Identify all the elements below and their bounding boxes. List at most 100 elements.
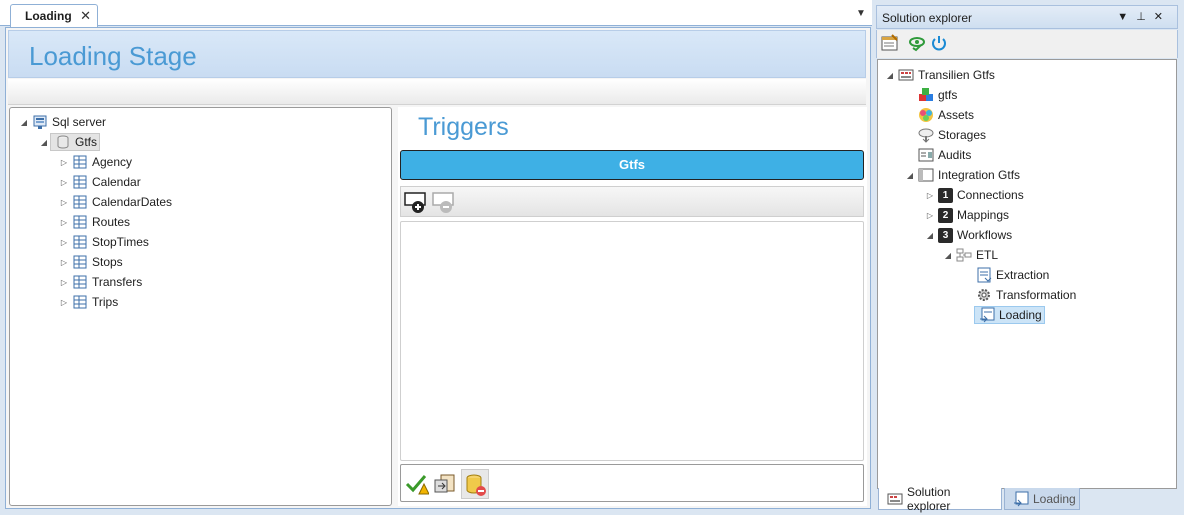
tree-node-etl[interactable]: ◢ ETL xyxy=(942,245,998,265)
tab-loading-label: Loading xyxy=(25,9,72,23)
tree-node-table[interactable]: ▷ Transfers xyxy=(58,272,142,292)
tree-node-loading[interactable]: Loading xyxy=(962,305,1045,325)
collapse-icon[interactable]: ◢ xyxy=(884,71,896,80)
tab-loading-bottom[interactable]: Loading xyxy=(1004,488,1080,510)
tree-label: Transilien Gtfs xyxy=(918,68,995,82)
expand-icon[interactable]: ▷ xyxy=(924,191,936,200)
expand-icon[interactable]: ▷ xyxy=(58,298,70,307)
tree-node-sql-server[interactable]: ◢ Sql server xyxy=(18,112,106,132)
trigger-target-button[interactable]: Gtfs xyxy=(400,150,864,180)
tree-node-gtfs[interactable]: gtfs xyxy=(904,85,957,105)
tree-label: Extraction xyxy=(996,268,1050,282)
tree-node-table[interactable]: ▷ Stops xyxy=(58,252,123,272)
triggers-title: Triggers xyxy=(418,113,509,141)
tree-label: Routes xyxy=(92,215,131,229)
bottom-tabstrip: Solution explorer Loading xyxy=(876,485,1178,513)
expand-icon[interactable]: ▷ xyxy=(58,158,70,167)
triggers-toolbar xyxy=(400,186,864,217)
delete-database-icon[interactable] xyxy=(461,469,489,499)
expand-icon[interactable]: ▷ xyxy=(58,178,70,187)
expand-icon[interactable]: ▷ xyxy=(58,278,70,287)
tree-label: Trips xyxy=(92,295,119,309)
expand-icon[interactable]: ▷ xyxy=(58,258,70,267)
stage-actions-toolbar xyxy=(400,464,864,502)
power-icon[interactable] xyxy=(930,34,948,52)
chevron-down-icon[interactable]: ▼ xyxy=(1117,11,1136,23)
table-icon xyxy=(72,194,88,210)
pin-icon[interactable]: ⊥ xyxy=(1136,11,1154,23)
table-icon xyxy=(72,294,88,310)
tree-label: StopTimes xyxy=(92,235,149,249)
collapse-icon[interactable]: ◢ xyxy=(924,231,936,240)
validate-warning-icon[interactable] xyxy=(405,472,430,496)
remove-trigger-icon[interactable] xyxy=(432,190,456,214)
expand-icon[interactable]: ▷ xyxy=(924,211,936,220)
table-icon xyxy=(72,274,88,290)
table-icon xyxy=(72,174,88,190)
tree-node-workflows[interactable]: ◢ 3 Workflows xyxy=(924,225,1012,245)
tree-node-integration[interactable]: ◢ Integration Gtfs xyxy=(904,165,1020,185)
tab-loading[interactable]: Loading ✕ xyxy=(10,4,98,27)
tree-node-solution[interactable]: ◢ Transilien Gtfs xyxy=(884,65,995,85)
tree-node-extraction[interactable]: Extraction xyxy=(962,265,1049,285)
collapse-icon[interactable]: ◢ xyxy=(38,138,50,147)
workflow-icon xyxy=(956,247,972,263)
tree-node-assets[interactable]: Assets xyxy=(904,105,974,125)
solution-tree[interactable]: ◢ Transilien Gtfs gtfs Assets Storages A… xyxy=(877,59,1177,489)
tree-label: gtfs xyxy=(938,88,958,102)
tab-solution-explorer[interactable]: Solution explorer xyxy=(878,485,1002,513)
tree-node-table[interactable]: ▷ Trips xyxy=(58,292,118,312)
tree-label: Agency xyxy=(92,155,133,169)
properties-icon[interactable] xyxy=(880,33,900,53)
expand-icon[interactable]: ▷ xyxy=(58,218,70,227)
expand-icon[interactable]: ▷ xyxy=(58,238,70,247)
tree-label: Connections xyxy=(957,188,1024,202)
tree-label: Transformation xyxy=(996,288,1077,302)
tree-node-database[interactable]: ◢ Gtfs xyxy=(38,132,101,152)
tree-node-table[interactable]: ▷ StopTimes xyxy=(58,232,149,252)
tree-node-connections[interactable]: ▷ 1 Connections xyxy=(924,185,1024,205)
solution-explorer-panel: Solution explorer ▼⊥✕ ◢ Transilien Gtfs … xyxy=(876,5,1178,513)
solution-icon xyxy=(898,67,914,83)
tree-label: Stops xyxy=(92,255,123,269)
table-icon xyxy=(72,234,88,250)
tree-label: Sql server xyxy=(52,115,107,129)
tree-node-storages[interactable]: Storages xyxy=(904,125,986,145)
sql-server-icon xyxy=(32,114,48,130)
panel-title: Solution explorer xyxy=(882,11,973,25)
expand-icon[interactable]: ▷ xyxy=(58,198,70,207)
tree-node-table[interactable]: ▷ Calendar xyxy=(58,172,141,192)
loading-stage-panel: Loading Stage ◢ Sql server ◢ Gtfs ▷ Agen… xyxy=(5,27,871,509)
tree-label: Transfers xyxy=(92,275,143,289)
palette-icon xyxy=(918,107,934,123)
tree-label: Loading xyxy=(999,308,1042,322)
triggers-list[interactable] xyxy=(400,221,864,461)
collapse-icon[interactable]: ◢ xyxy=(904,171,916,180)
tab-list-dropdown-icon[interactable]: ▼ xyxy=(856,8,866,19)
loading-icon xyxy=(979,307,995,323)
tree-node-table[interactable]: ▷ Agency xyxy=(58,152,132,172)
tree-label: CalendarDates xyxy=(92,195,173,209)
export-icon[interactable] xyxy=(433,472,457,496)
view-icon[interactable] xyxy=(908,34,926,52)
tree-label: Calendar xyxy=(92,175,141,189)
tree-node-transformation[interactable]: Transformation xyxy=(962,285,1076,305)
tree-label: Audits xyxy=(938,148,972,162)
collapse-icon[interactable]: ◢ xyxy=(18,118,30,127)
collapse-icon[interactable]: ◢ xyxy=(942,251,954,260)
add-trigger-icon[interactable] xyxy=(404,190,428,214)
tree-label: Mappings xyxy=(957,208,1010,222)
tree-node-audits[interactable]: Audits xyxy=(904,145,971,165)
tree-node-table[interactable]: ▷ CalendarDates xyxy=(58,192,172,212)
loading-icon xyxy=(1013,491,1029,507)
sql-server-tree[interactable]: ◢ Sql server ◢ Gtfs ▷ Agency ▷ Calendar xyxy=(9,107,392,506)
selected-loading-node[interactable]: Loading xyxy=(974,306,1045,324)
close-icon[interactable]: ✕ xyxy=(1154,11,1171,23)
tree-node-mappings[interactable]: ▷ 2 Mappings xyxy=(924,205,1009,225)
close-icon[interactable]: ✕ xyxy=(80,8,91,24)
tree-node-table[interactable]: ▷ Routes xyxy=(58,212,130,232)
selected-database[interactable]: Gtfs xyxy=(50,133,101,151)
solution-explorer-titlebar: Solution explorer ▼⊥✕ xyxy=(876,5,1178,29)
document-tabstrip: Loading ✕ ▼ xyxy=(0,0,872,27)
step-number-badge: 3 xyxy=(938,227,953,243)
